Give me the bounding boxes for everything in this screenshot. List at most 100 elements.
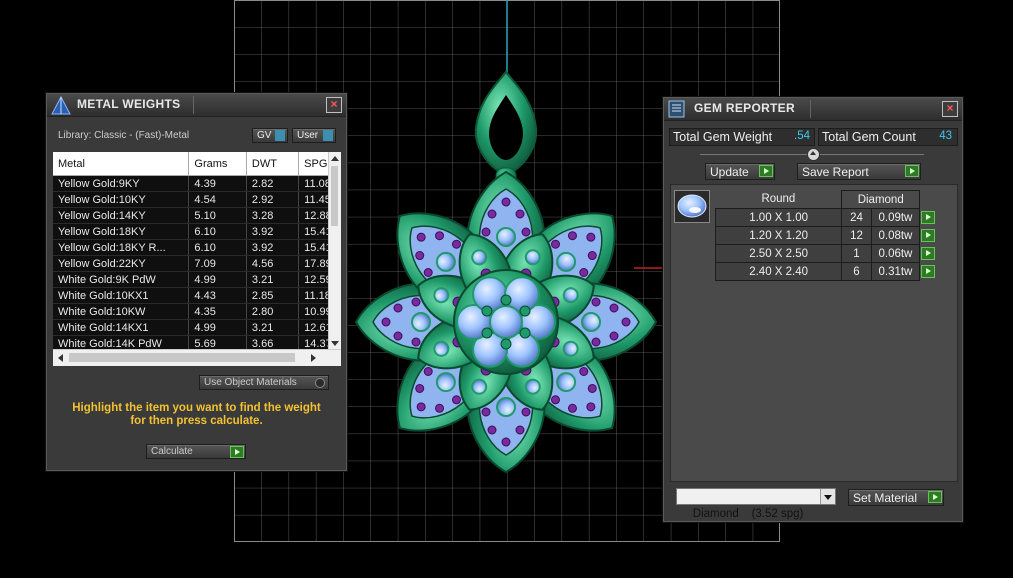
h-scroll-thumb[interactable] — [69, 353, 295, 362]
table-cell: 2.92 — [246, 191, 300, 208]
use-object-materials-toggle[interactable]: Use Object Materials — [199, 375, 329, 390]
gem-reporter-titlebar[interactable]: GEM REPORTER × — [664, 98, 962, 121]
table-row[interactable]: White Gold:10KX1 4.43 2.85 11.18 — [53, 287, 341, 304]
gem-row-action[interactable] — [919, 226, 937, 245]
table-cell: 6.10 — [188, 239, 247, 256]
table-cell: 7.09 — [188, 255, 247, 272]
set-material-label: Set Material — [853, 491, 918, 505]
table-cell: 3.92 — [246, 223, 300, 240]
scroll-left-icon[interactable] — [58, 354, 63, 362]
vertical-scrollbar[interactable] — [328, 152, 341, 350]
update-label: Update — [710, 165, 749, 179]
prong — [481, 305, 493, 317]
gem-reporter-title: GEM REPORTER — [694, 101, 795, 115]
scroll-thumb[interactable] — [331, 166, 338, 226]
calculate-label: Calculate — [151, 446, 193, 457]
metal-weights-titlebar[interactable]: METAL WEIGHTS × — [47, 94, 346, 117]
close-button[interactable]: × — [942, 101, 958, 117]
table-row[interactable]: Yellow Gold:18KY 6.10 3.92 15.41 — [53, 223, 341, 240]
gem-row[interactable]: 1.00 X 1.00 24 0.09tw — [714, 208, 937, 227]
table-cell: White Gold:10KW — [53, 303, 190, 320]
close-button[interactable]: × — [326, 97, 342, 113]
metal-weights-panel: METAL WEIGHTS × Library: Classic - (Fast… — [46, 93, 347, 471]
gem-count-cell: 12 — [841, 226, 872, 245]
table-cell: White Gold:14KX1 — [53, 319, 190, 336]
table-cell: Yellow Gold:10KY — [53, 191, 190, 208]
column-header[interactable]: Metal — [53, 152, 190, 176]
total-gem-count-label: Total Gem Count — [822, 130, 916, 144]
hint-line-1: Highlight the item you want to find the … — [72, 402, 321, 414]
table-row[interactable]: White Gold:14KX1 4.99 3.21 12.61 — [53, 319, 341, 336]
table-row[interactable]: White Gold:10KW 4.35 2.80 10.99 — [53, 303, 341, 320]
gem-table: Round Diamond 1.00 X 1.00 24 0.09tw 1.20 X … — [714, 190, 937, 281]
gem-row-action[interactable] — [919, 262, 937, 281]
set-material-button[interactable]: Set Material — [848, 489, 944, 506]
table-cell: 4.56 — [246, 255, 300, 272]
table-cell: Yellow Gold:18KY R... — [53, 239, 190, 256]
horizontal-scrollbar[interactable] — [53, 349, 341, 366]
scroll-right-icon[interactable] — [311, 354, 316, 362]
save-report-button[interactable]: Save Report — [797, 163, 921, 180]
table-row[interactable]: Yellow Gold:22KY 7.09 4.56 17.89 — [53, 255, 341, 272]
table-row[interactable]: Yellow Gold:10KY 4.54 2.92 11.45 — [53, 191, 341, 208]
scroll-up-icon[interactable] — [331, 156, 339, 161]
table-row[interactable]: Yellow Gold:14KY 5.10 3.28 12.88 — [53, 207, 341, 224]
prong — [500, 294, 512, 306]
table-row[interactable]: White Gold:9K PdW 4.99 3.21 12.59 — [53, 271, 341, 288]
close-icon: × — [330, 97, 338, 111]
user-toggle[interactable]: User — [292, 128, 336, 143]
gem-weight-cell: 0.31tw — [870, 262, 921, 281]
collapse-handle[interactable] — [807, 148, 820, 161]
gem-row[interactable]: 2.40 X 2.40 6 0.31tw — [714, 262, 937, 281]
gem-thumbnail[interactable] — [674, 190, 710, 223]
user-toggle-label: User — [297, 130, 319, 141]
play-arrow-icon — [921, 229, 936, 242]
gem-size-cell: 1.20 X 1.20 — [714, 226, 843, 245]
toggle-indicator-icon — [323, 130, 333, 141]
table-cell: 3.21 — [246, 271, 300, 288]
gem-list-area[interactable]: Round Diamond 1.00 X 1.00 24 0.09tw 1.20 X … — [670, 184, 958, 482]
radio-icon — [315, 378, 325, 388]
table-cell: 4.54 — [188, 191, 247, 208]
material-header: Diamond — [841, 190, 921, 209]
gem-row[interactable]: 2.50 X 2.50 1 0.06tw — [714, 244, 937, 263]
total-gem-weight-label: Total Gem Weight — [673, 130, 773, 144]
total-gem-count-value: 43 — [939, 130, 952, 142]
gem-row[interactable]: 1.20 X 1.20 12 0.08tw — [714, 226, 937, 245]
material-select[interactable]: Diamond (3.52 spg) — [676, 488, 836, 520]
gem-row-action[interactable] — [919, 244, 937, 263]
chevron-down-icon — [824, 495, 832, 500]
hint-line-2: for then press calculate. — [130, 415, 263, 427]
table-cell: White Gold:9K PdW — [53, 271, 190, 288]
shape-header: Round — [715, 190, 842, 209]
metal-weights-title: METAL WEIGHTS — [77, 97, 181, 111]
table-cell: 2.82 — [246, 175, 300, 192]
play-arrow-icon — [921, 265, 936, 278]
update-button[interactable]: Update — [705, 163, 775, 180]
scale-icon — [51, 95, 71, 115]
gem-count-cell: 24 — [841, 208, 872, 227]
column-header[interactable]: DWT — [246, 152, 300, 176]
table-cell: Yellow Gold:9KY — [53, 175, 190, 192]
close-icon: × — [946, 101, 954, 115]
gem-row-action[interactable] — [919, 208, 937, 227]
gv-toggle[interactable]: GV — [252, 128, 288, 143]
gem-size-cell: 2.40 X 2.40 — [714, 262, 843, 281]
scroll-down-icon[interactable] — [331, 341, 339, 346]
table-cell: 3.28 — [246, 207, 300, 224]
table-cell: 4.39 — [188, 175, 247, 192]
total-gem-weight-value: .54 — [794, 130, 810, 142]
play-arrow-icon — [759, 165, 773, 177]
center-stone — [489, 305, 523, 339]
column-header[interactable]: Grams — [188, 152, 247, 176]
play-arrow-icon — [230, 446, 244, 458]
chevron-up-icon — [810, 151, 816, 155]
gem-count-cell: 1 — [841, 244, 872, 263]
toggle-indicator-icon — [275, 130, 285, 141]
metal-table-grid: Metal Grams DWT SPG Yellow Gold:9KY 4.39 2.82… — [53, 152, 341, 352]
dropdown-button[interactable] — [820, 489, 835, 504]
table-row[interactable]: Yellow Gold:18KY R... 6.10 3.92 15.41 — [53, 239, 341, 256]
calculate-button[interactable]: Calculate — [146, 444, 246, 459]
metal-table[interactable]: Metal Grams DWT SPG Yellow Gold:9KY 4.39 2.82… — [53, 152, 341, 366]
table-row[interactable]: Yellow Gold:9KY 4.39 2.82 11.08 — [53, 175, 341, 192]
